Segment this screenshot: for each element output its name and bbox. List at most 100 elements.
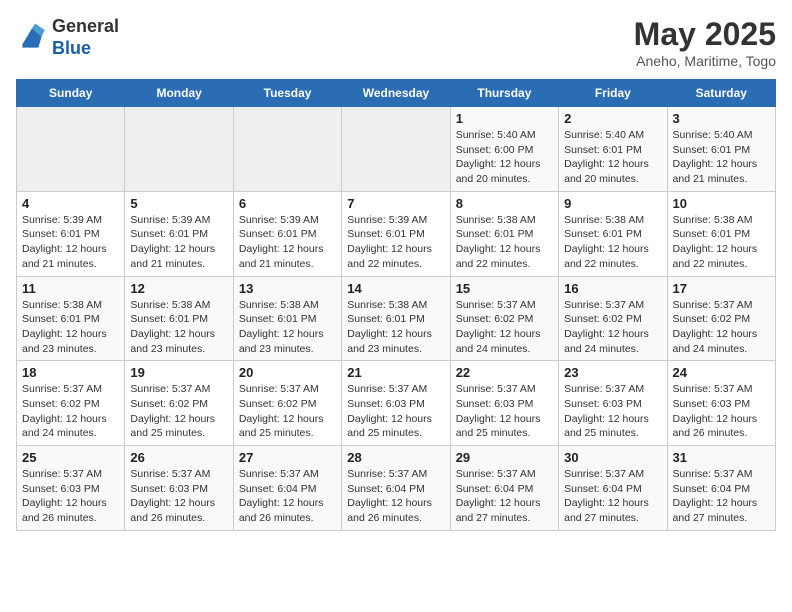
day-number: 30	[564, 450, 661, 465]
day-info: Sunrise: 5:40 AM Sunset: 6:00 PM Dayligh…	[456, 128, 553, 187]
day-info: Sunrise: 5:39 AM Sunset: 6:01 PM Dayligh…	[347, 213, 444, 272]
calendar-day-cell: 27 Sunrise: 5:37 AM Sunset: 6:04 PM Dayli…	[233, 446, 341, 531]
calendar-week-row: 4 Sunrise: 5:39 AM Sunset: 6:01 PM Daylig…	[17, 191, 776, 276]
day-number: 13	[239, 281, 336, 296]
day-info: Sunrise: 5:40 AM Sunset: 6:01 PM Dayligh…	[564, 128, 661, 187]
day-info: Sunrise: 5:40 AM Sunset: 6:01 PM Dayligh…	[673, 128, 770, 187]
calendar-week-row: 1Sunrise: 5:40 AM Sunset: 6:00 PM Daylig…	[17, 107, 776, 192]
calendar-day-cell: 12Sunrise: 5:38 AM Sunset: 6:01 PM Dayli…	[125, 276, 233, 361]
calendar-day-cell: 13 Sunrise: 5:38 AM Sunset: 6:01 PM Dayli…	[233, 276, 341, 361]
calendar-day-cell: 20Sunrise: 5:37 AM Sunset: 6:02 PM Dayli…	[233, 361, 341, 446]
calendar-day-cell: 17Sunrise: 5:37 AM Sunset: 6:02 PM Dayli…	[667, 276, 775, 361]
day-info: Sunrise: 5:37 AM Sunset: 6:03 PM Dayligh…	[130, 467, 227, 526]
calendar-week-row: 18 Sunrise: 5:37 AM Sunset: 6:02 PM Dayli…	[17, 361, 776, 446]
day-info: Sunrise: 5:37 AM Sunset: 6:03 PM Dayligh…	[456, 382, 553, 441]
calendar-day-cell: 26 Sunrise: 5:37 AM Sunset: 6:03 PM Dayli…	[125, 446, 233, 531]
day-info: Sunrise: 5:37 AM Sunset: 6:02 PM Dayligh…	[564, 298, 661, 357]
calendar-day-cell: 4 Sunrise: 5:39 AM Sunset: 6:01 PM Daylig…	[17, 191, 125, 276]
calendar-day-cell: 7Sunrise: 5:39 AM Sunset: 6:01 PM Daylig…	[342, 191, 450, 276]
day-number: 18	[22, 365, 119, 380]
day-number: 14	[347, 281, 444, 296]
calendar-day-cell: 18 Sunrise: 5:37 AM Sunset: 6:02 PM Dayli…	[17, 361, 125, 446]
calendar-day-cell: 9 Sunrise: 5:38 AM Sunset: 6:01 PM Daylig…	[559, 191, 667, 276]
day-info: Sunrise: 5:37 AM Sunset: 6:03 PM Dayligh…	[347, 382, 444, 441]
calendar-day-cell: 21Sunrise: 5:37 AM Sunset: 6:03 PM Dayli…	[342, 361, 450, 446]
day-number: 5	[130, 196, 227, 211]
day-info: Sunrise: 5:38 AM Sunset: 6:01 PM Dayligh…	[347, 298, 444, 357]
day-number: 28	[347, 450, 444, 465]
calendar-day-cell: 30Sunrise: 5:37 AM Sunset: 6:04 PM Dayli…	[559, 446, 667, 531]
day-info: Sunrise: 5:37 AM Sunset: 6:02 PM Dayligh…	[22, 382, 119, 441]
day-number: 8	[456, 196, 553, 211]
day-info: Sunrise: 5:39 AM Sunset: 6:01 PM Dayligh…	[22, 213, 119, 272]
calendar-day-cell: 29 Sunrise: 5:37 AM Sunset: 6:04 PM Dayli…	[450, 446, 558, 531]
weekday-header-monday: Monday	[125, 80, 233, 107]
day-number: 19	[130, 365, 227, 380]
calendar-day-cell: 10 Sunrise: 5:38 AM Sunset: 6:01 PM Dayli…	[667, 191, 775, 276]
calendar-day-cell: 2 Sunrise: 5:40 AM Sunset: 6:01 PM Daylig…	[559, 107, 667, 192]
day-number: 6	[239, 196, 336, 211]
day-number: 29	[456, 450, 553, 465]
logo-icon	[16, 22, 48, 54]
day-number: 4	[22, 196, 119, 211]
logo: General Blue	[16, 16, 119, 59]
day-number: 22	[456, 365, 553, 380]
day-info: Sunrise: 5:38 AM Sunset: 6:01 PM Dayligh…	[22, 298, 119, 357]
day-number: 3	[673, 111, 770, 126]
calendar-day-cell	[125, 107, 233, 192]
day-number: 26	[130, 450, 227, 465]
calendar-subtitle: Aneho, Maritime, Togo	[634, 53, 776, 69]
day-info: Sunrise: 5:38 AM Sunset: 6:01 PM Dayligh…	[673, 213, 770, 272]
calendar-day-cell: 5 Sunrise: 5:39 AM Sunset: 6:01 PM Daylig…	[125, 191, 233, 276]
day-info: Sunrise: 5:37 AM Sunset: 6:04 PM Dayligh…	[239, 467, 336, 526]
page-header: General Blue May 2025 Aneho, Maritime, T…	[16, 16, 776, 69]
calendar-week-row: 11Sunrise: 5:38 AM Sunset: 6:01 PM Dayli…	[17, 276, 776, 361]
day-number: 10	[673, 196, 770, 211]
calendar-day-cell: 23 Sunrise: 5:37 AM Sunset: 6:03 PM Dayli…	[559, 361, 667, 446]
calendar-title: May 2025	[634, 16, 776, 53]
calendar-day-cell: 3 Sunrise: 5:40 AM Sunset: 6:01 PM Daylig…	[667, 107, 775, 192]
calendar-day-cell	[342, 107, 450, 192]
calendar-day-cell: 14 Sunrise: 5:38 AM Sunset: 6:01 PM Dayli…	[342, 276, 450, 361]
weekday-header-friday: Friday	[559, 80, 667, 107]
day-info: Sunrise: 5:38 AM Sunset: 6:01 PM Dayligh…	[456, 213, 553, 272]
calendar-day-cell: 25Sunrise: 5:37 AM Sunset: 6:03 PM Dayli…	[17, 446, 125, 531]
calendar-day-cell	[17, 107, 125, 192]
day-number: 12	[130, 281, 227, 296]
logo-text: General Blue	[52, 16, 119, 59]
day-number: 31	[673, 450, 770, 465]
calendar-day-cell: 22 Sunrise: 5:37 AM Sunset: 6:03 PM Dayli…	[450, 361, 558, 446]
calendar-header: SundayMondayTuesdayWednesdayThursdayFrid…	[17, 80, 776, 107]
day-info: Sunrise: 5:37 AM Sunset: 6:02 PM Dayligh…	[673, 298, 770, 357]
day-info: Sunrise: 5:37 AM Sunset: 6:04 PM Dayligh…	[347, 467, 444, 526]
calendar-day-cell: 31 Sunrise: 5:37 AM Sunset: 6:04 PM Dayli…	[667, 446, 775, 531]
day-number: 27	[239, 450, 336, 465]
calendar-day-cell: 16 Sunrise: 5:37 AM Sunset: 6:02 PM Dayli…	[559, 276, 667, 361]
calendar-day-cell: 19 Sunrise: 5:37 AM Sunset: 6:02 PM Dayli…	[125, 361, 233, 446]
weekday-header-saturday: Saturday	[667, 80, 775, 107]
calendar-day-cell: 24Sunrise: 5:37 AM Sunset: 6:03 PM Dayli…	[667, 361, 775, 446]
day-number: 15	[456, 281, 553, 296]
day-info: Sunrise: 5:37 AM Sunset: 6:03 PM Dayligh…	[564, 382, 661, 441]
day-info: Sunrise: 5:37 AM Sunset: 6:04 PM Dayligh…	[673, 467, 770, 526]
day-number: 9	[564, 196, 661, 211]
day-info: Sunrise: 5:39 AM Sunset: 6:01 PM Dayligh…	[130, 213, 227, 272]
calendar-week-row: 25Sunrise: 5:37 AM Sunset: 6:03 PM Dayli…	[17, 446, 776, 531]
calendar-body: 1Sunrise: 5:40 AM Sunset: 6:00 PM Daylig…	[17, 107, 776, 531]
weekday-header-row: SundayMondayTuesdayWednesdayThursdayFrid…	[17, 80, 776, 107]
calendar-day-cell: 11Sunrise: 5:38 AM Sunset: 6:01 PM Dayli…	[17, 276, 125, 361]
day-number: 16	[564, 281, 661, 296]
day-info: Sunrise: 5:37 AM Sunset: 6:02 PM Dayligh…	[130, 382, 227, 441]
day-info: Sunrise: 5:38 AM Sunset: 6:01 PM Dayligh…	[564, 213, 661, 272]
day-info: Sunrise: 5:38 AM Sunset: 6:01 PM Dayligh…	[239, 298, 336, 357]
day-info: Sunrise: 5:37 AM Sunset: 6:03 PM Dayligh…	[673, 382, 770, 441]
calendar-day-cell: 8 Sunrise: 5:38 AM Sunset: 6:01 PM Daylig…	[450, 191, 558, 276]
day-info: Sunrise: 5:37 AM Sunset: 6:04 PM Dayligh…	[456, 467, 553, 526]
calendar-day-cell: 1Sunrise: 5:40 AM Sunset: 6:00 PM Daylig…	[450, 107, 558, 192]
day-number: 20	[239, 365, 336, 380]
calendar-table: SundayMondayTuesdayWednesdayThursdayFrid…	[16, 79, 776, 531]
weekday-header-thursday: Thursday	[450, 80, 558, 107]
calendar-day-cell: 15Sunrise: 5:37 AM Sunset: 6:02 PM Dayli…	[450, 276, 558, 361]
day-number: 23	[564, 365, 661, 380]
day-number: 2	[564, 111, 661, 126]
